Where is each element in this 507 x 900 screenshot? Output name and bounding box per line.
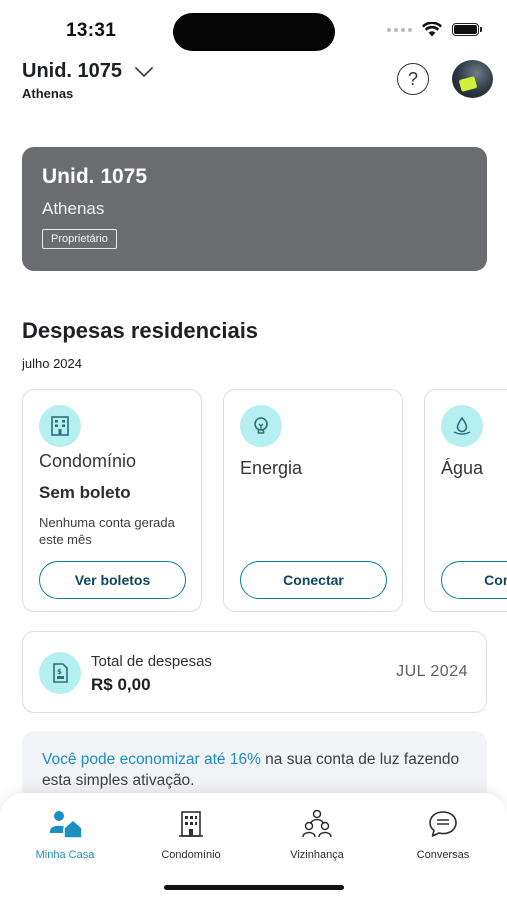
expense-card-condominio[interactable]: Condomínio Sem boleto Nenhuma conta gera… bbox=[22, 389, 202, 612]
battery-icon bbox=[452, 23, 482, 36]
nav-label: Minha Casa bbox=[35, 849, 95, 861]
expense-card-energia[interactable]: Energia Conectar bbox=[223, 389, 403, 612]
status-bar: 13:31 bbox=[0, 0, 507, 60]
building-icon bbox=[176, 807, 206, 841]
unit-card-city: Athenas bbox=[42, 199, 105, 218]
connect-energy-button[interactable]: Conectar bbox=[240, 561, 387, 599]
nav-label: Conversas bbox=[416, 849, 470, 861]
promo-highlight: Você pode economizar até 16% bbox=[42, 751, 261, 768]
card-status: Sem boleto bbox=[39, 483, 131, 502]
svg-text:$: $ bbox=[57, 668, 62, 676]
total-label: Total de despesas bbox=[91, 653, 212, 670]
unit-card-title: Unid. 1075 bbox=[42, 165, 148, 188]
total-value: R$ 0,00 bbox=[91, 675, 151, 694]
expense-cards-carousel[interactable]: Condomínio Sem boleto Nenhuma conta gera… bbox=[22, 389, 507, 613]
expense-card-agua[interactable]: Água Conectar bbox=[424, 389, 507, 612]
card-description: Nenhuma conta gerada este mês bbox=[39, 515, 175, 547]
nav-label: Vizinhança bbox=[290, 849, 344, 861]
home-indicator bbox=[164, 885, 344, 890]
home-user-icon bbox=[48, 807, 82, 841]
section-title: Despesas residenciais bbox=[22, 318, 259, 343]
status-time: 13:31 bbox=[66, 20, 117, 41]
dynamic-island bbox=[173, 13, 335, 51]
avatar[interactable] bbox=[452, 60, 493, 98]
status-icons bbox=[387, 22, 482, 37]
nav-minha-casa[interactable]: Minha Casa bbox=[15, 807, 115, 861]
bottom-nav: Minha Casa Condomínio Vizinhança Convers… bbox=[0, 793, 507, 900]
nav-conversas[interactable]: Conversas bbox=[393, 807, 493, 861]
card-title: Condomínio bbox=[39, 451, 137, 471]
signal-icon bbox=[387, 27, 412, 32]
total-expenses-card[interactable]: $ Total de despesas R$ 0,00 JUL 2024 bbox=[22, 631, 487, 713]
lightbulb-icon bbox=[240, 405, 282, 447]
savings-promo[interactable]: Você pode economizar até 16% na sua cont… bbox=[22, 731, 487, 801]
nav-vizinhanca[interactable]: Vizinhança bbox=[267, 807, 367, 861]
unit-card[interactable]: Unid. 1075 Athenas Proprietário bbox=[22, 147, 487, 271]
connect-water-button[interactable]: Conectar bbox=[441, 561, 507, 599]
water-drop-icon bbox=[441, 405, 483, 447]
nav-label: Condomínio bbox=[161, 849, 221, 861]
receipt-icon: $ bbox=[39, 652, 81, 694]
nav-condominio[interactable]: Condomínio bbox=[141, 807, 241, 861]
section-month: julho 2024 bbox=[22, 356, 82, 371]
chevron-down-icon bbox=[135, 66, 153, 77]
role-badge: Proprietário bbox=[42, 229, 117, 249]
card-title: Energia bbox=[240, 458, 303, 478]
building-icon bbox=[39, 405, 81, 447]
question-circle-icon: ? bbox=[407, 68, 418, 89]
chat-bubble-icon bbox=[427, 807, 459, 841]
help-button[interactable]: ? bbox=[397, 63, 429, 95]
unit-subtitle: Athenas bbox=[22, 86, 74, 101]
card-title: Água bbox=[441, 458, 484, 478]
unit-selector[interactable]: Unid. 1075 Athenas bbox=[22, 60, 154, 101]
total-month: JUL 2024 bbox=[396, 663, 468, 680]
unit-title: Unid. 1075 bbox=[22, 60, 123, 82]
people-icon bbox=[300, 807, 334, 841]
view-bills-button[interactable]: Ver boletos bbox=[39, 561, 186, 599]
wifi-icon bbox=[422, 22, 442, 37]
